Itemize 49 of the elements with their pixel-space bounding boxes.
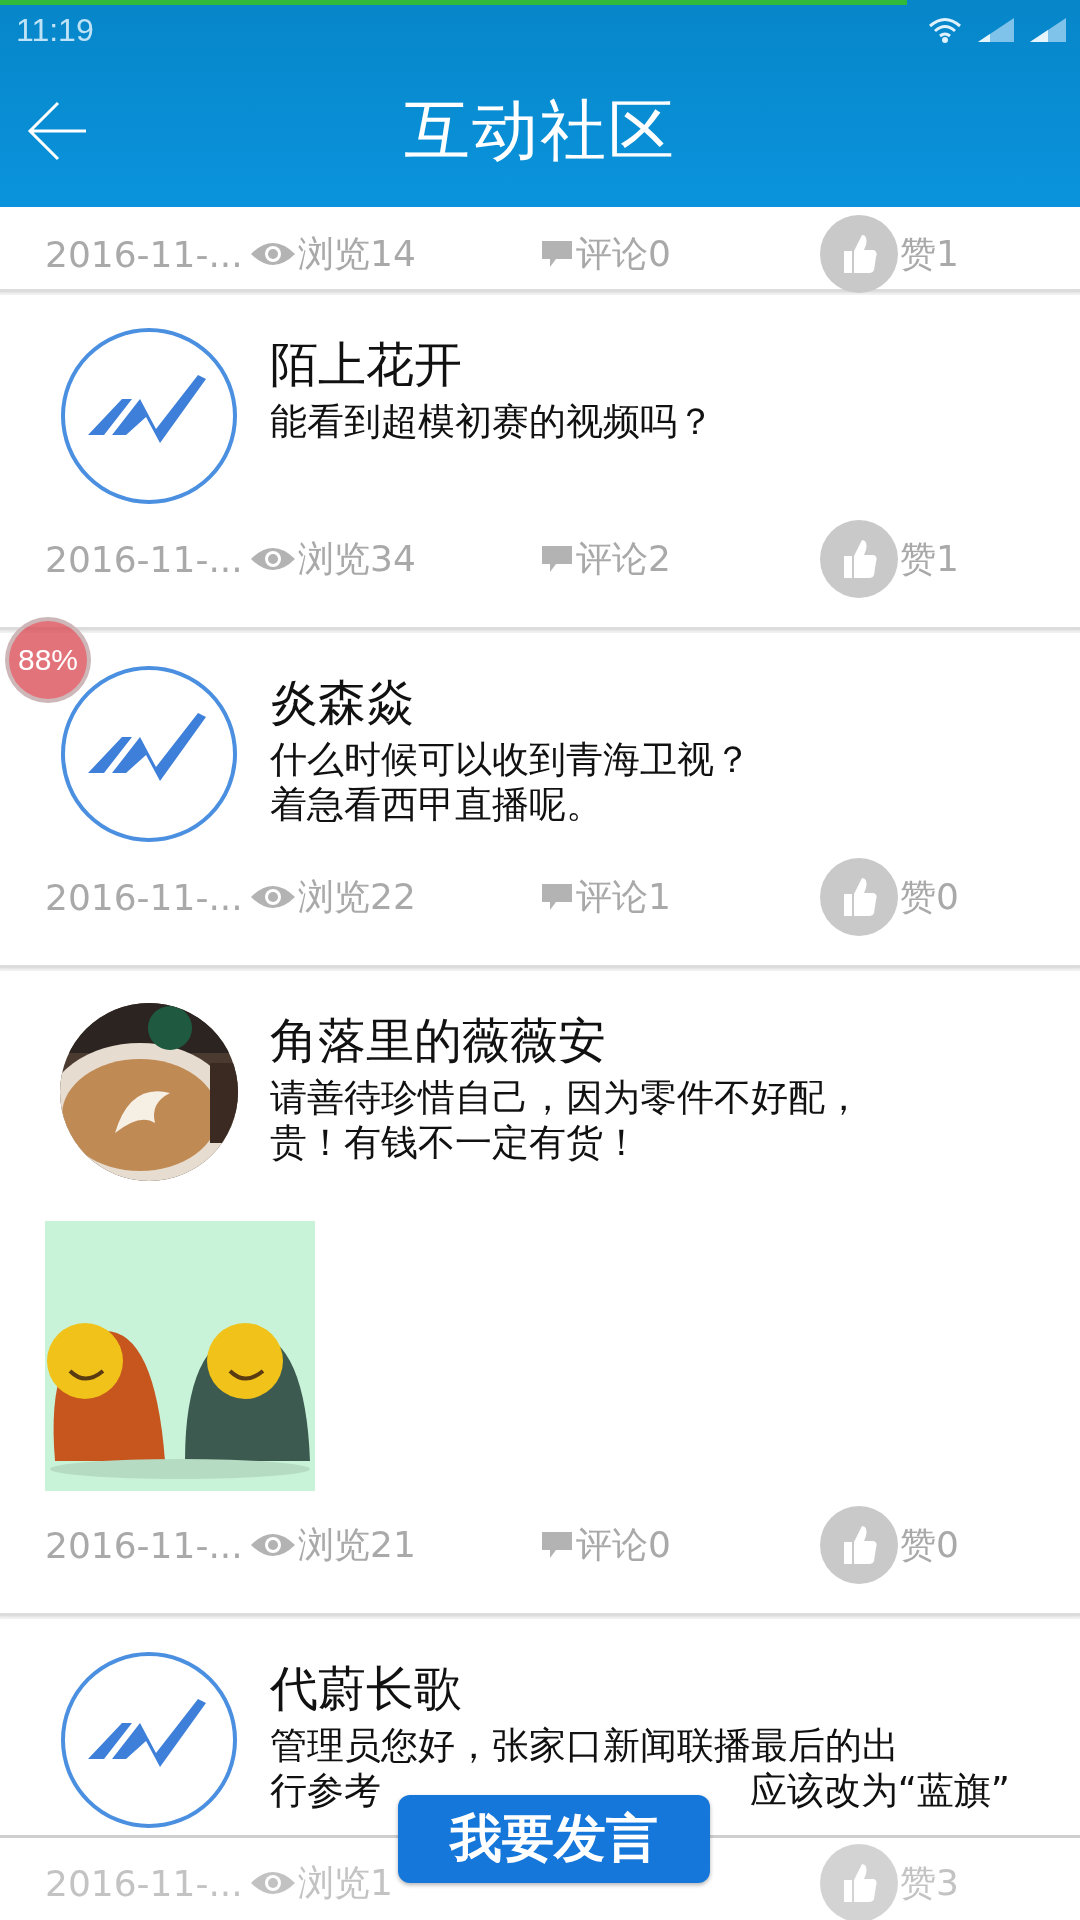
eye-icon — [250, 545, 296, 573]
thumbs-up-icon — [820, 858, 898, 936]
post-text: 贵！有钱不一定有货！ — [270, 1120, 640, 1165]
like-button[interactable]: 赞1 — [820, 520, 959, 598]
comment-icon — [540, 882, 574, 912]
post-date: 2016-11-... — [45, 233, 244, 275]
view-count: 浏览22 — [298, 874, 416, 919]
author-name: 陌上花开 — [270, 335, 463, 394]
thumbs-up-icon — [820, 1506, 898, 1584]
eye-icon — [250, 883, 296, 911]
eye-icon — [250, 1869, 296, 1897]
status-time: 11:19 — [16, 11, 94, 49]
author-name: 角落里的薇薇安 — [270, 1011, 607, 1070]
post-text: 行参考 — [270, 1768, 381, 1813]
comment-icon — [540, 239, 574, 269]
post-date: 2016-11-... — [45, 1524, 244, 1566]
view-count: 浏览34 — [298, 536, 416, 581]
signal-icon — [978, 18, 1014, 42]
comment-icon — [540, 544, 574, 574]
comment-icon — [540, 1530, 574, 1560]
comment-count: 评论0 — [576, 231, 671, 276]
author-name: 代蔚长歌 — [270, 1659, 463, 1718]
view-count: 浏览21 — [298, 1522, 416, 1567]
post-text: 什么时候可以收到青海卫视？ — [270, 737, 751, 782]
like-button[interactable]: 赞0 — [820, 1506, 959, 1584]
signal-icon — [1030, 18, 1066, 42]
post-text: 请善待珍惜自己，因为零件不好配， — [270, 1075, 862, 1120]
post-date: 2016-11-... — [45, 876, 244, 918]
thumbs-up-icon — [820, 520, 898, 598]
view-count: 浏览14 — [298, 231, 416, 276]
like-button[interactable]: 赞3 — [820, 1844, 959, 1920]
author-name: 炎森焱 — [270, 673, 415, 732]
post-button[interactable]: 我要发言 — [398, 1795, 710, 1883]
view-count: 浏览1 — [298, 1860, 393, 1905]
page-title: 互动社区 — [404, 91, 676, 171]
comment-count: 评论0 — [576, 1522, 671, 1567]
like-button[interactable]: 赞1 — [820, 215, 959, 293]
comment-count: 评论2 — [576, 536, 671, 581]
comment-count: 评论1 — [576, 874, 671, 919]
eye-icon — [250, 1531, 296, 1559]
post-text: 着急看西甲直播呢。 — [270, 782, 603, 827]
post-text: 管理员您好，张家口新闻联播最后的出 — [270, 1723, 899, 1768]
like-button[interactable]: 赞0 — [820, 858, 959, 936]
post-date: 2016-11-... — [45, 1862, 244, 1904]
post-text: 能看到超模初赛的视频吗？ — [270, 399, 714, 444]
wifi-icon — [928, 17, 962, 43]
eye-icon — [250, 240, 296, 268]
post-date: 2016-11-... — [45, 538, 244, 580]
post-text: 应该改为“蓝旗” — [749, 1768, 1010, 1813]
